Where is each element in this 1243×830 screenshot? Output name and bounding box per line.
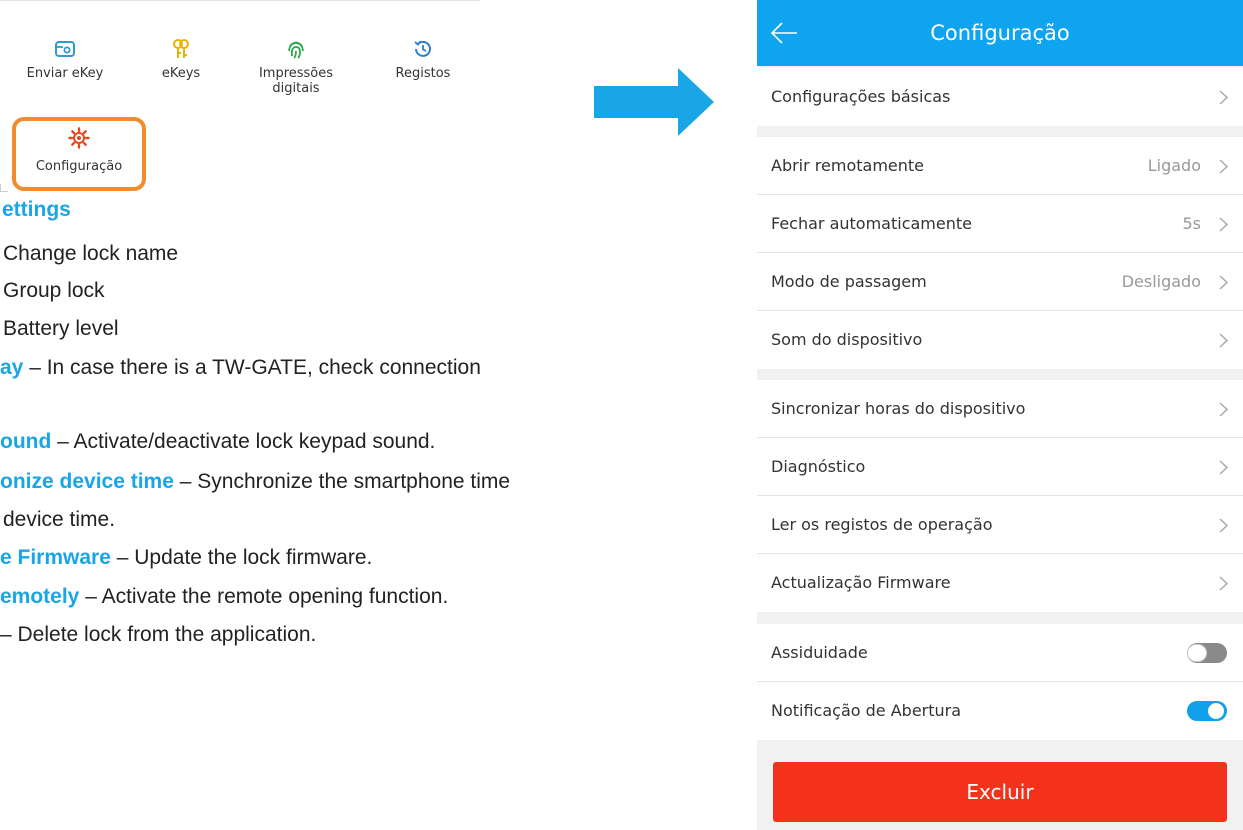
chevron-right-icon: [1219, 576, 1228, 591]
row-label: Ler os registos de operação: [771, 515, 993, 534]
bullet-group-lock: Group lock: [3, 279, 105, 302]
gear-icon: [68, 127, 90, 149]
tile-label: Enviar eKey: [26, 66, 104, 81]
history-icon: [414, 40, 431, 57]
tile-label: Impressões digitais: [258, 66, 334, 96]
toggle-knob: [1187, 644, 1207, 662]
sync-line: onize device time – Synchronize the smar…: [0, 468, 510, 495]
tile-settings-highlighted[interactable]: Configuração: [12, 117, 146, 191]
chevron-right-icon: [1219, 159, 1228, 174]
settings-group-device: Sincronizar horas do dispositivo Diagnós…: [757, 380, 1243, 612]
row-label: Notificação de Abertura: [771, 701, 962, 720]
grid-corner-mark: [0, 184, 8, 192]
row-passage-mode[interactable]: Modo de passagem Desligado: [757, 253, 1243, 311]
tile-records[interactable]: Registos: [368, 38, 478, 81]
row-value: Ligado: [1147, 156, 1201, 175]
sound-key: ound: [0, 430, 52, 453]
tile-label: Configuração: [35, 159, 123, 174]
row-firmware-update[interactable]: Actualização Firmware: [757, 554, 1243, 612]
row-value: 5s: [1182, 214, 1201, 233]
fingerprint-icon: [288, 41, 304, 59]
app-bar: Configuração: [757, 0, 1243, 66]
row-basic-settings[interactable]: Configurações básicas: [757, 68, 1243, 126]
sync-desc: – Synchronize the smartphone time: [173, 470, 511, 493]
firmware-line: e Firmware – Update the lock firmware.: [0, 544, 372, 571]
back-arrow-icon[interactable]: [769, 20, 799, 46]
row-label: Abrir remotamente: [771, 156, 924, 175]
row-value: Desligado: [1121, 272, 1201, 291]
page-title: Configuração: [930, 21, 1070, 45]
tile-fingerprints[interactable]: Impressões digitais: [241, 38, 351, 96]
row-label: Fechar automaticamente: [771, 214, 972, 233]
tile-send-ekey[interactable]: Enviar eKey: [10, 38, 120, 81]
sound-line: ound – Activate/deactivate lock keypad s…: [0, 428, 435, 455]
tile-label: eKeys: [161, 66, 201, 81]
row-label: Sincronizar horas do dispositivo: [771, 399, 1026, 418]
attendance-toggle[interactable]: [1187, 643, 1227, 663]
row-label: Modo de passagem: [771, 272, 927, 291]
chevron-right-icon: [1219, 518, 1228, 533]
row-label: Som do dispositivo: [771, 330, 923, 349]
row-sync-time[interactable]: Sincronizar horas do dispositivo: [757, 380, 1243, 438]
tile-label: Registos: [395, 66, 451, 81]
keys-icon: [173, 39, 189, 58]
row-attendance: Assiduidade: [757, 624, 1243, 682]
row-remote-open[interactable]: Abrir remotamente Ligado: [757, 137, 1243, 195]
row-device-sound[interactable]: Som do dispositivo: [757, 311, 1243, 369]
settings-heading: ettings: [2, 198, 71, 221]
sound-desc: – Activate/deactivate lock keypad sound.: [51, 430, 436, 453]
remote-line: emotely – Activate the remote opening fu…: [0, 583, 448, 610]
bullet-battery-level: Battery level: [3, 317, 119, 340]
settings-group-lock: Abrir remotamente Ligado Fechar automati…: [757, 137, 1243, 369]
chevron-right-icon: [1219, 217, 1228, 232]
grid-divider: [0, 0, 480, 1]
chevron-right-icon: [1219, 275, 1228, 290]
gateway-key: ay: [0, 356, 24, 379]
delete-lock-button[interactable]: Excluir: [773, 762, 1227, 822]
phone-settings-screen: Configuração Configurações básicas Abrir…: [757, 0, 1243, 830]
unlock-notification-toggle[interactable]: [1187, 701, 1227, 721]
app-feature-grid: Enviar eKey eKeys Impressões digitais Re…: [0, 0, 480, 192]
chevron-right-icon: [1219, 402, 1228, 417]
gateway-desc: – In case there is a TW-GATE, check conn…: [23, 356, 481, 379]
settings-group-toggles: Assiduidade Notificação de Abertura: [757, 624, 1243, 740]
chevron-right-icon: [1219, 460, 1228, 475]
chevron-right-icon: [1219, 90, 1228, 105]
row-read-logs[interactable]: Ler os registos de operação: [757, 496, 1243, 554]
gateway-line: ay – In case there is a TW-GATE, check c…: [0, 354, 481, 381]
bullet-change-lock-name: Change lock name: [3, 242, 179, 265]
row-diagnostics[interactable]: Diagnóstico: [757, 438, 1243, 496]
remote-desc: – Activate the remote opening function.: [79, 585, 449, 608]
row-unlock-notification: Notificação de Abertura: [757, 682, 1243, 740]
row-auto-lock[interactable]: Fechar automaticamente 5s: [757, 195, 1243, 253]
send-key-icon: [55, 41, 75, 57]
chevron-right-icon: [1219, 333, 1228, 348]
right-arrow-icon: [594, 68, 714, 136]
row-label: Diagnóstico: [771, 457, 866, 476]
row-label: Actualização Firmware: [771, 573, 951, 592]
row-label: Assiduidade: [771, 643, 868, 662]
firmware-key: e Firmware: [0, 546, 111, 569]
tile-ekeys[interactable]: eKeys: [126, 38, 236, 81]
toggle-knob: [1208, 703, 1224, 719]
sync-line-cont: device time.: [3, 508, 116, 531]
row-label: Configurações básicas: [771, 87, 951, 106]
delete-line: – Delete lock from the application.: [0, 623, 317, 646]
firmware-desc: – Update the lock firmware.: [110, 546, 373, 569]
remote-key: emotely: [0, 585, 80, 608]
sync-key: onize device time: [0, 470, 174, 493]
settings-group-basic: Configurações básicas: [757, 68, 1243, 126]
